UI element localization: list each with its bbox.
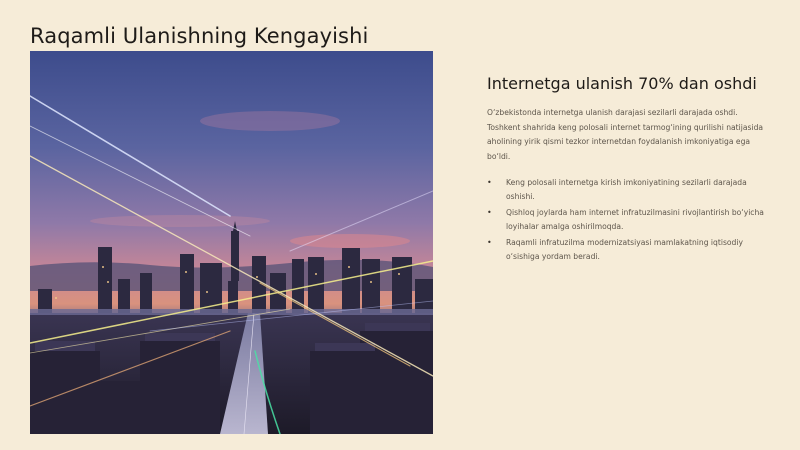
city-skyline-photo — [30, 51, 433, 434]
bullet-list: • Keng polosali internetga kirish imkoni… — [487, 176, 767, 264]
bullet-dot-icon: • — [487, 208, 492, 218]
bullet-text: Keng polosali internetga kirish imkoniya… — [506, 178, 747, 202]
bullet-text: Raqamli infratuzilma modernizatsiyasi ma… — [506, 238, 743, 262]
bullet-dot-icon: • — [487, 178, 492, 188]
bullet-dot-icon: • — [487, 238, 492, 248]
content-subheading: Internetga ulanish 70% dan oshdi — [487, 74, 757, 93]
content-panel: Internetga ulanish 70% dan oshdi O‘zbeki… — [487, 74, 767, 266]
bullet-item: • Qishloq joylarda ham internet infratuz… — [487, 206, 767, 234]
bullet-text: Qishloq joylarda ham internet infratuzil… — [506, 208, 764, 232]
bullet-item: • Keng polosali internetga kirish imkoni… — [487, 176, 767, 204]
slide-title: Raqamli Ulanishning Kengayishi — [30, 24, 369, 48]
content-paragraph: O‘zbekistonda internetga ulanish darajas… — [487, 108, 764, 161]
bullet-item: • Raqamli infratuzilma modernizatsiyasi … — [487, 236, 767, 264]
